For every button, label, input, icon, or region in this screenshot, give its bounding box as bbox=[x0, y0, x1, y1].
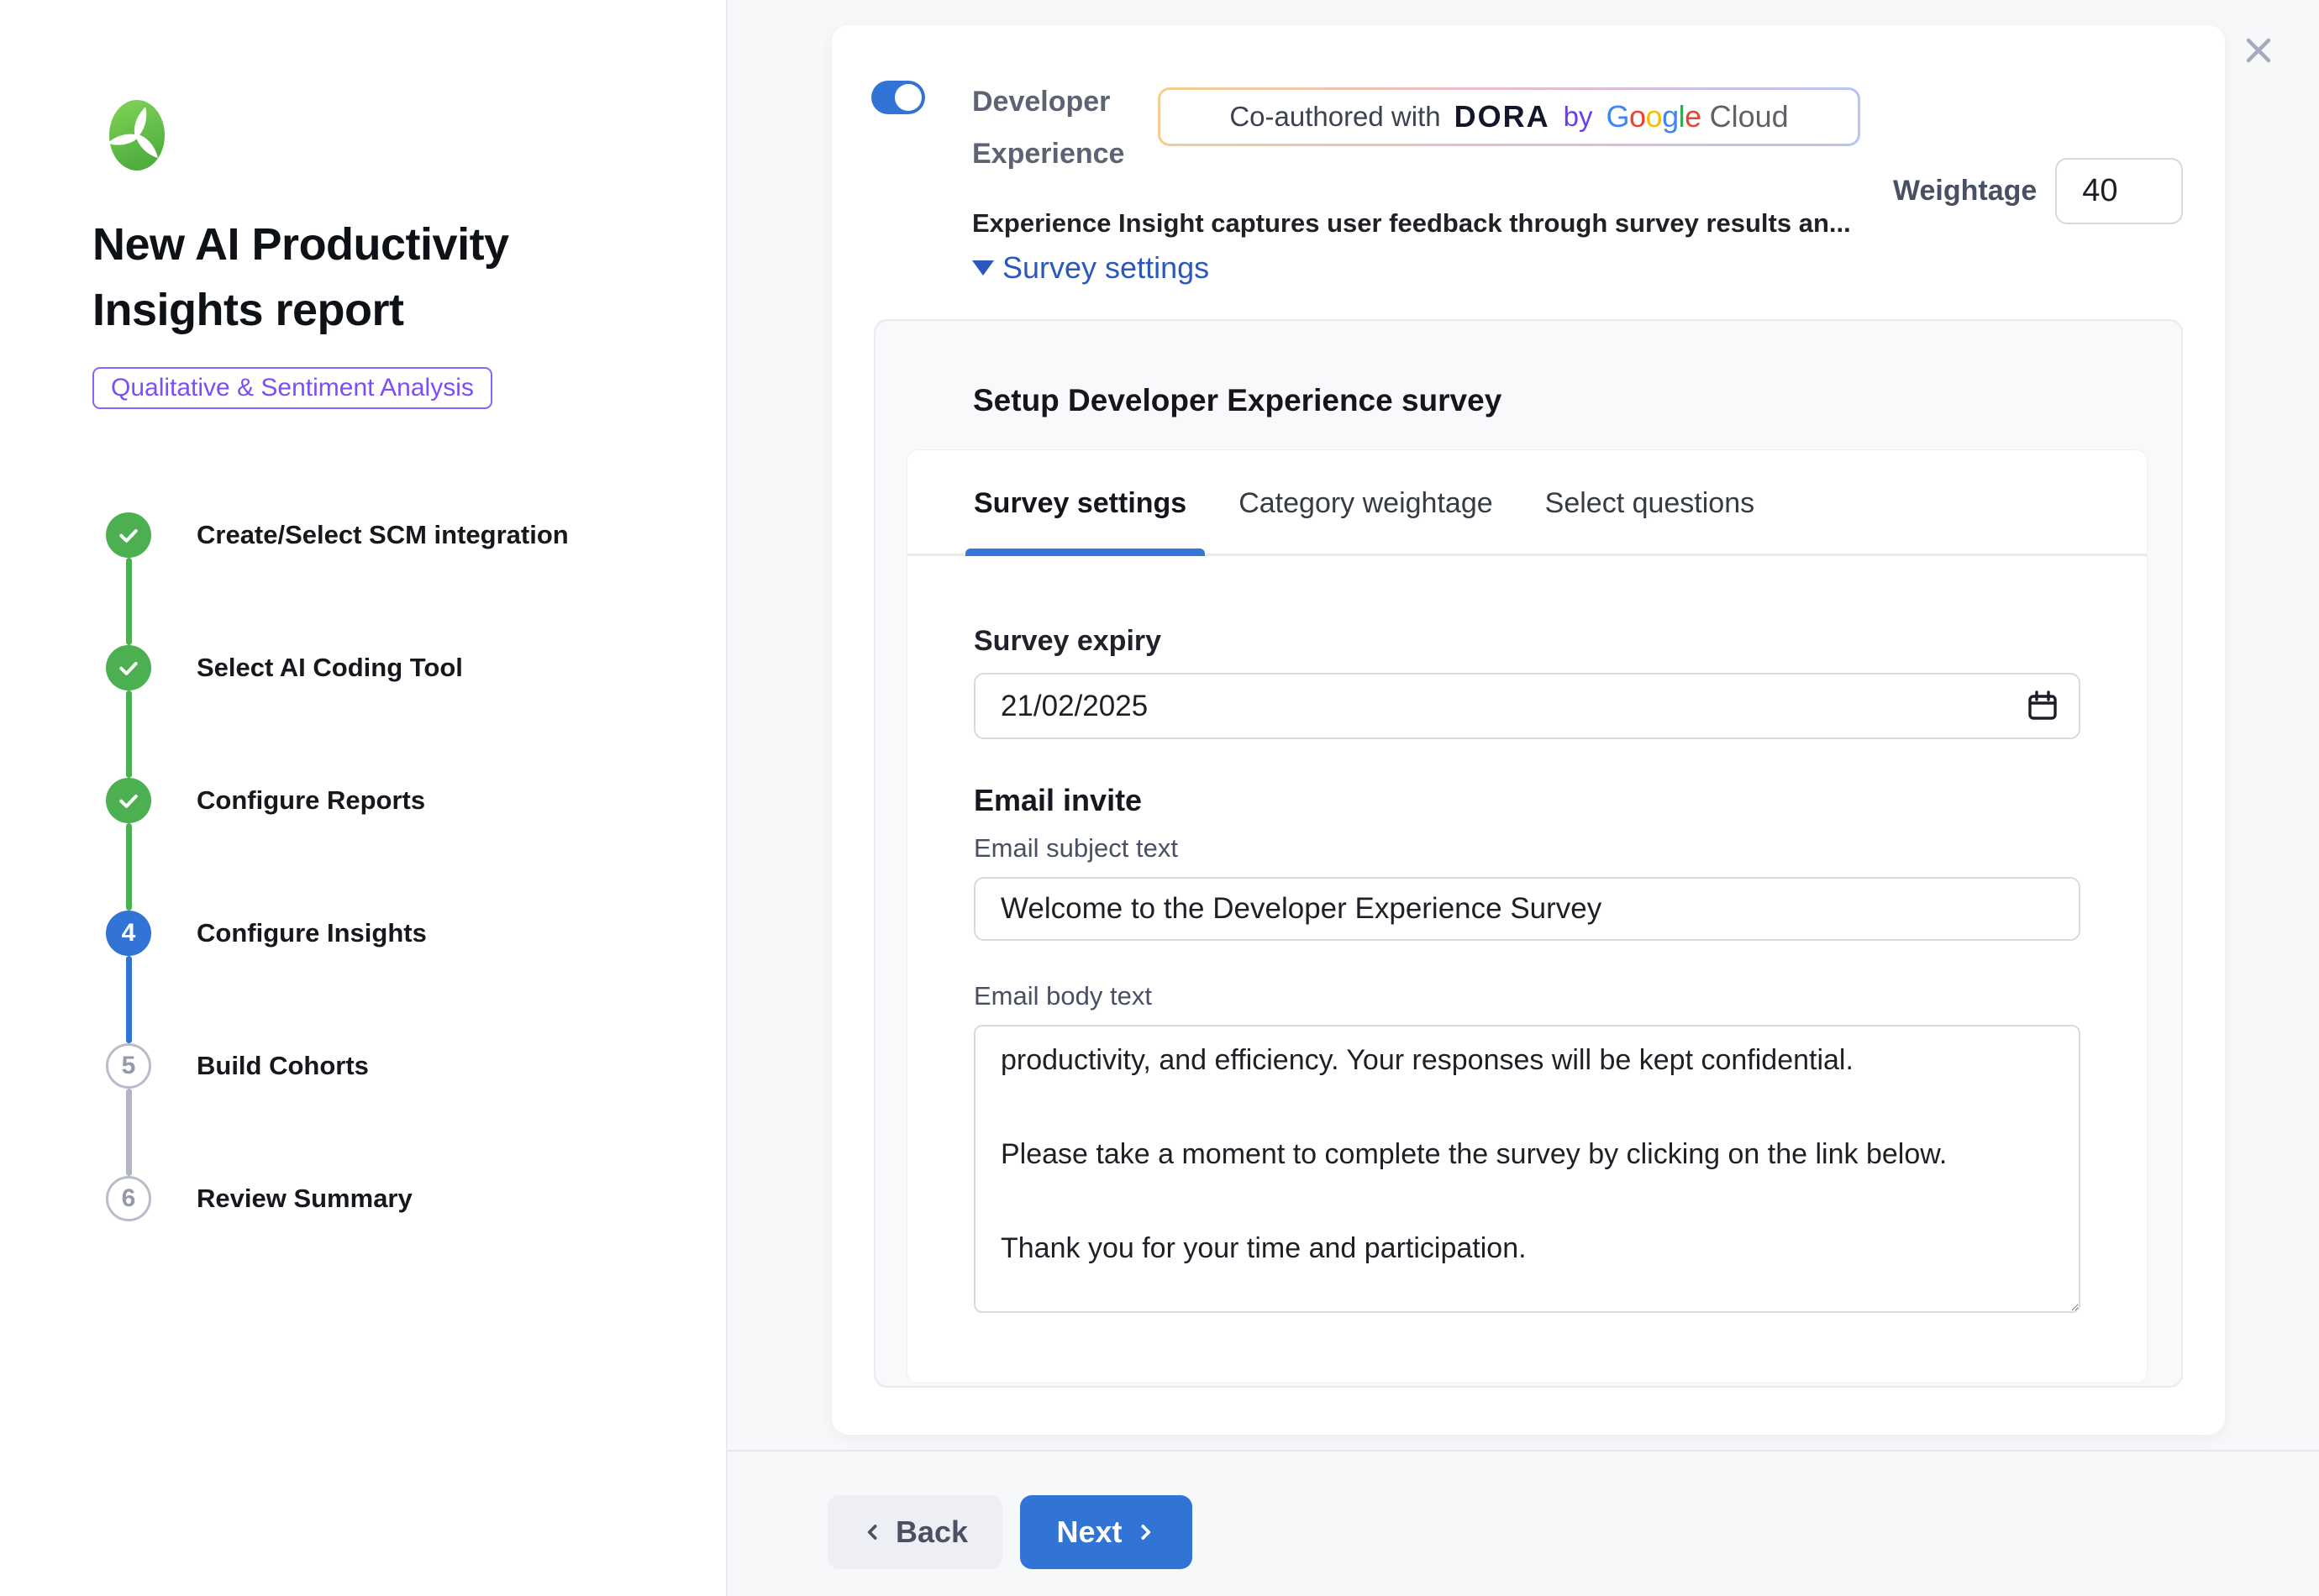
step-build-cohorts[interactable]: 5 Build Cohorts bbox=[106, 1043, 369, 1089]
weightage-input[interactable] bbox=[2055, 158, 2183, 224]
step-connector bbox=[126, 823, 132, 911]
coauthor-prefix: Co-authored with bbox=[1229, 101, 1440, 133]
tab-survey-settings[interactable]: Survey settings bbox=[974, 487, 1186, 554]
survey-tabs: Survey settings Category weightage Selec… bbox=[907, 450, 2147, 556]
next-button[interactable]: Next bbox=[1020, 1495, 1192, 1569]
module-description: Experience Insight captures user feedbac… bbox=[972, 208, 1880, 239]
toggle-knob bbox=[895, 84, 922, 111]
developer-experience-toggle[interactable] bbox=[871, 81, 925, 114]
email-subject-label: Email subject text bbox=[974, 833, 2080, 864]
step-3-label: Configure Reports bbox=[197, 785, 425, 816]
step-4-label: Configure Insights bbox=[197, 918, 427, 948]
report-type-badge: Qualitative & Sentiment Analysis bbox=[92, 367, 492, 409]
setup-survey-card: Setup Developer Experience survey Survey… bbox=[874, 319, 2183, 1388]
module-name-line1: Developer bbox=[972, 76, 1124, 128]
check-icon bbox=[116, 655, 141, 680]
step-4-circle: 4 bbox=[106, 911, 151, 956]
weightage-row: Weightage bbox=[1893, 158, 2183, 224]
survey-settings-form: Survey expiry Email invite Email subject… bbox=[907, 625, 2147, 1317]
step-1-circle bbox=[106, 512, 151, 558]
footer-divider bbox=[728, 1450, 2319, 1452]
weightage-label: Weightage bbox=[1893, 175, 2037, 207]
step-select-ai-coding-tool[interactable]: Select AI Coding Tool bbox=[106, 645, 463, 690]
dora-logo: DORA bbox=[1454, 99, 1550, 134]
step-5-label: Build Cohorts bbox=[197, 1051, 369, 1081]
survey-settings-panel: Survey settings Category weightage Selec… bbox=[907, 449, 2148, 1383]
back-button[interactable]: Back bbox=[828, 1495, 1002, 1569]
google-cloud-label: Cloud bbox=[1710, 99, 1789, 134]
coauthor-by: by bbox=[1564, 101, 1593, 133]
step-connector bbox=[126, 956, 132, 1043]
module-name-line2: Experience bbox=[972, 128, 1124, 180]
triangle-down-icon bbox=[972, 260, 994, 276]
back-button-label: Back bbox=[896, 1515, 968, 1550]
email-body-label: Email body text bbox=[974, 981, 2080, 1011]
survey-settings-toggle-link[interactable]: Survey settings bbox=[972, 250, 1209, 286]
calendar-icon[interactable] bbox=[2027, 690, 2059, 722]
setup-survey-heading: Setup Developer Experience survey bbox=[973, 383, 1501, 418]
close-icon[interactable] bbox=[2242, 34, 2279, 71]
tab-category-weightage[interactable]: Category weightage bbox=[1238, 487, 1492, 554]
step-connector bbox=[126, 1089, 132, 1176]
coauthored-dora-badge-inner: Co-authored with DORA by Google Cloud bbox=[1160, 90, 1858, 144]
step-configure-reports[interactable]: Configure Reports bbox=[106, 778, 425, 823]
insight-config-card: Developer Experience Co-authored with DO… bbox=[832, 25, 2225, 1435]
step-4-number: 4 bbox=[122, 919, 136, 948]
step-6-circle: 6 bbox=[106, 1176, 151, 1221]
page-title: New AI Productivity Insights report bbox=[92, 212, 639, 343]
chevron-left-icon bbox=[862, 1521, 884, 1543]
wizard-sidebar: New AI Productivity Insights report Qual… bbox=[0, 0, 728, 1596]
check-icon bbox=[116, 522, 141, 548]
coauthored-dora-badge: Co-authored with DORA by Google Cloud bbox=[1158, 87, 1860, 146]
check-icon bbox=[116, 788, 141, 813]
step-review-summary[interactable]: 6 Review Summary bbox=[106, 1176, 413, 1221]
main-panel: Developer Experience Co-authored with DO… bbox=[728, 0, 2319, 1596]
email-invite-heading: Email invite bbox=[974, 783, 2080, 818]
survey-expiry-date-input[interactable] bbox=[974, 673, 2080, 739]
tab-select-questions[interactable]: Select questions bbox=[1545, 487, 1755, 554]
next-button-label: Next bbox=[1056, 1515, 1122, 1550]
survey-expiry-label: Survey expiry bbox=[974, 625, 2080, 658]
email-body-textarea[interactable]: productivity, and efficiency. Your respo… bbox=[974, 1025, 2080, 1313]
step-configure-insights[interactable]: 4 Configure Insights bbox=[106, 911, 427, 956]
google-logo: Google bbox=[1606, 99, 1701, 134]
module-name: Developer Experience bbox=[972, 76, 1124, 180]
step-6-label: Review Summary bbox=[197, 1184, 413, 1214]
step-connector bbox=[126, 558, 132, 645]
email-subject-input[interactable] bbox=[974, 877, 2080, 941]
step-6-number: 6 bbox=[122, 1184, 136, 1213]
step-create-select-scm-integration[interactable]: Create/Select SCM integration bbox=[106, 512, 569, 558]
step-2-label: Select AI Coding Tool bbox=[197, 653, 463, 683]
app-logo-icon bbox=[109, 99, 165, 171]
survey-settings-link-label: Survey settings bbox=[1002, 250, 1209, 286]
chevron-right-icon bbox=[1134, 1521, 1156, 1543]
step-1-label: Create/Select SCM integration bbox=[197, 520, 569, 550]
step-5-circle: 5 bbox=[106, 1043, 151, 1089]
step-3-circle bbox=[106, 778, 151, 823]
step-connector bbox=[126, 690, 132, 778]
step-2-circle bbox=[106, 645, 151, 690]
step-5-number: 5 bbox=[122, 1052, 136, 1080]
